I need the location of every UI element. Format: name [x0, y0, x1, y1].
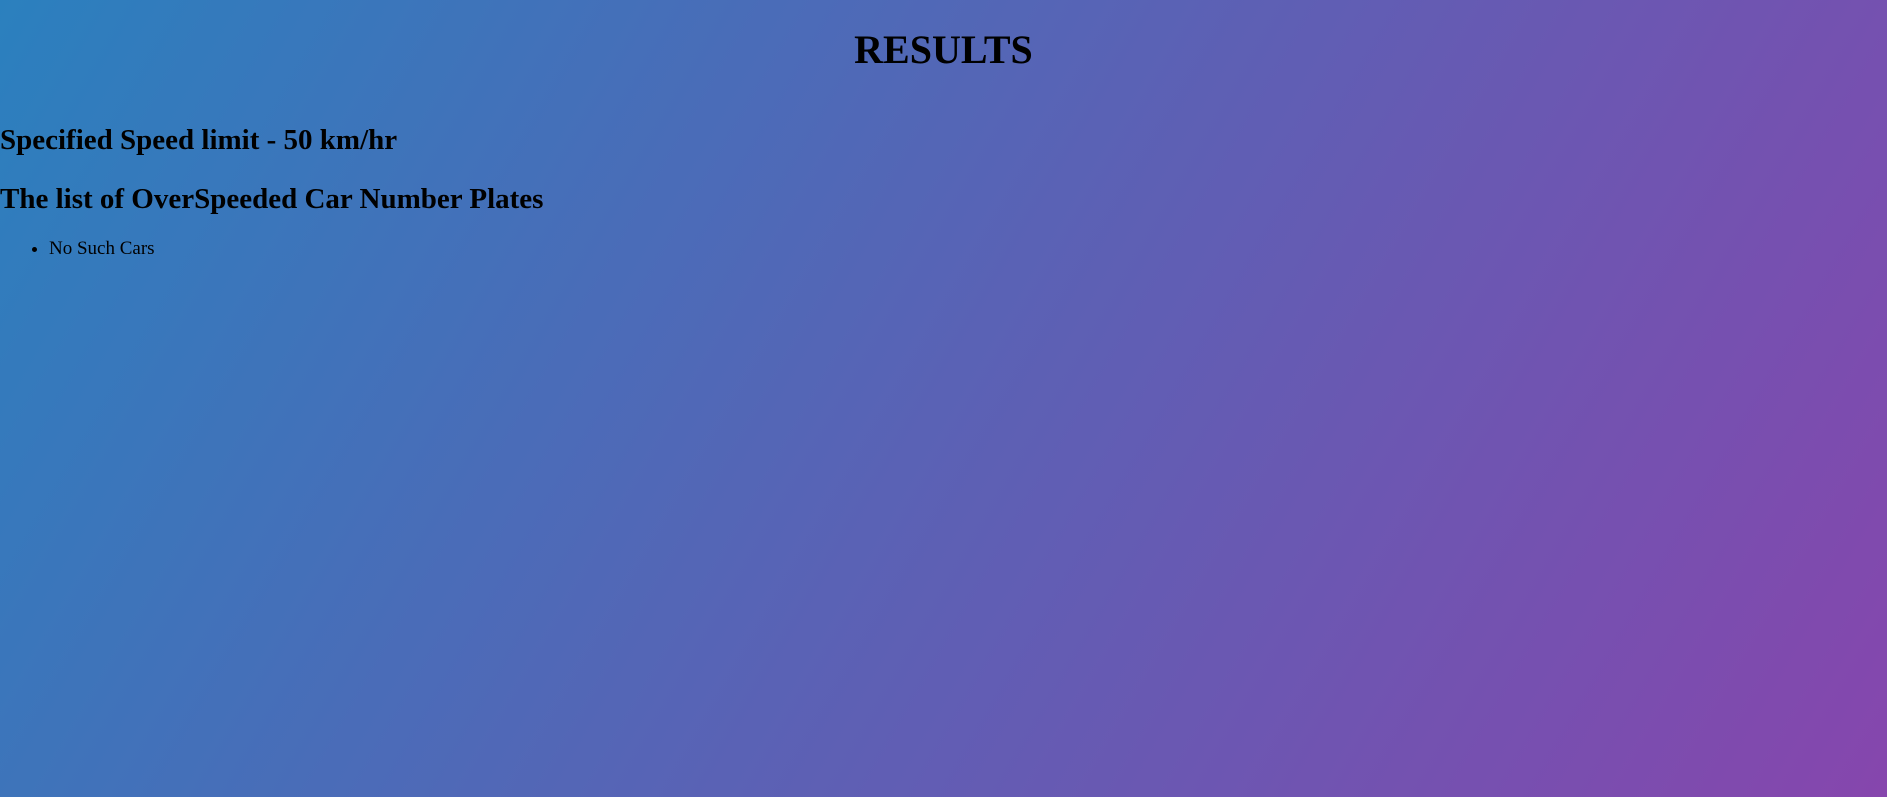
overspeeded-list-heading: The list of OverSpeeded Car Number Plate…: [0, 183, 544, 215]
page-title: RESULTS: [854, 27, 1033, 72]
speed-limit-heading: Specified Speed limit - 50 km/hr: [0, 124, 398, 156]
list-item: No Such Cars: [49, 237, 1887, 261]
overspeeded-car-list: No Such Cars: [0, 237, 1887, 261]
results-page: RESULTS Specified Speed limit - 50 km/hr…: [0, 0, 1887, 797]
